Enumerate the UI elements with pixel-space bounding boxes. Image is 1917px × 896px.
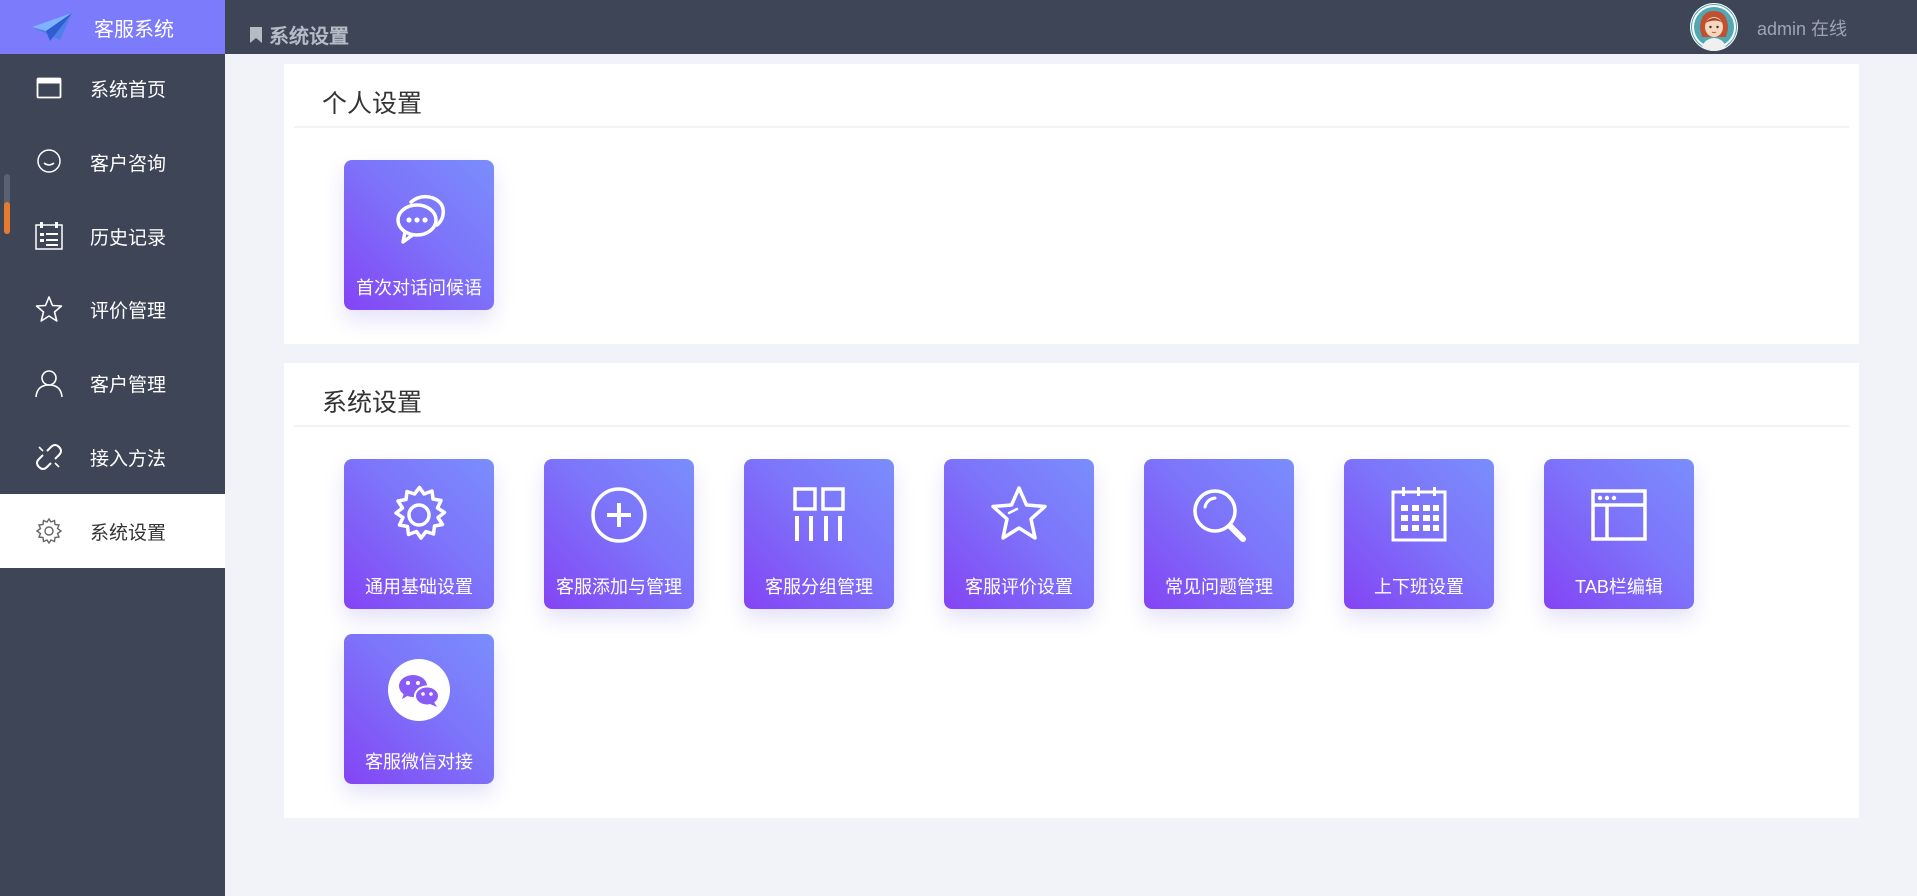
app-title: 客服系统 bbox=[94, 18, 174, 41]
avatar[interactable] bbox=[1690, 3, 1738, 51]
system-settings-card: 系统设置 通用基础设置 客服添加与管理 客服分组管理 客服评价设置 常见问题管理… bbox=[284, 363, 1859, 818]
tile-review-settings[interactable]: 客服评价设置 bbox=[944, 459, 1094, 609]
tile-group-management[interactable]: 客服分组管理 bbox=[744, 459, 894, 609]
window-icon bbox=[34, 73, 64, 103]
chat-bubble-icon bbox=[34, 147, 64, 177]
breadcrumb-label: 系统设置 bbox=[269, 26, 349, 48]
sidebar: 客服系统 系统首页 客户咨询 历史记录 评价管理 客户管理 接入方法 系统设置 bbox=[0, 0, 225, 896]
tile-label: TAB栏编辑 bbox=[1575, 577, 1663, 597]
sidebar-item-label: 客户管理 bbox=[90, 374, 167, 396]
sidebar-item-home[interactable]: 系统首页 bbox=[0, 51, 225, 125]
sidebar-item-label: 历史记录 bbox=[90, 227, 167, 249]
sidebar-item-label: 接入方法 bbox=[90, 448, 167, 470]
link-icon bbox=[34, 442, 64, 472]
wechat-icon bbox=[387, 658, 451, 722]
tile-agent-management[interactable]: 客服添加与管理 bbox=[544, 459, 694, 609]
sidebar-item-consult[interactable]: 客户咨询 bbox=[0, 125, 225, 199]
gear-icon bbox=[34, 516, 64, 546]
tile-label: 客服分组管理 bbox=[765, 577, 873, 597]
sidebar-item-reviews[interactable]: 评价管理 bbox=[0, 272, 225, 346]
chat-bubbles-icon bbox=[387, 184, 451, 248]
sidebar-item-label: 评价管理 bbox=[90, 300, 167, 322]
calendar-list-icon bbox=[34, 221, 64, 251]
browser-window-icon bbox=[1587, 483, 1651, 547]
star-icon bbox=[34, 294, 64, 324]
sidebar-scrollbar[interactable] bbox=[4, 174, 10, 234]
tile-label: 客服微信对接 bbox=[365, 752, 473, 772]
user-icon bbox=[34, 368, 64, 398]
breadcrumb: 系统设置 bbox=[249, 20, 349, 49]
sidebar-item-integration[interactable]: 接入方法 bbox=[0, 420, 225, 494]
sidebar-item-label: 系统设置 bbox=[90, 522, 167, 544]
tile-label: 首次对话问候语 bbox=[356, 278, 482, 298]
sidebar-item-history[interactable]: 历史记录 bbox=[0, 199, 225, 273]
tile-label: 通用基础设置 bbox=[365, 577, 473, 597]
tile-label: 常见问题管理 bbox=[1165, 577, 1273, 597]
bookmark-icon bbox=[249, 26, 263, 44]
top-bar: 系统设置 admin 在线 bbox=[225, 0, 1917, 54]
sidebar-item-customers[interactable]: 客户管理 bbox=[0, 346, 225, 420]
personal-settings-card: 个人设置 首次对话问候语 bbox=[284, 64, 1859, 344]
section-title: 个人设置 bbox=[322, 90, 423, 118]
gear-icon bbox=[387, 483, 451, 547]
star-icon bbox=[987, 483, 1051, 547]
card-header: 个人设置 bbox=[294, 64, 1849, 128]
paper-plane-icon bbox=[30, 10, 74, 44]
tile-wechat-integration[interactable]: 客服微信对接 bbox=[344, 634, 494, 784]
sidebar-item-settings[interactable]: 系统设置 bbox=[0, 494, 225, 568]
tile-label: 客服评价设置 bbox=[965, 577, 1073, 597]
sidebar-item-label: 客户咨询 bbox=[90, 153, 167, 175]
section-title: 系统设置 bbox=[322, 389, 423, 417]
tile-greeting[interactable]: 首次对话问候语 bbox=[344, 160, 494, 310]
search-icon bbox=[1187, 483, 1251, 547]
tile-work-hours[interactable]: 上下班设置 bbox=[1344, 459, 1494, 609]
tile-faq-management[interactable]: 常见问题管理 bbox=[1144, 459, 1294, 609]
card-header: 系统设置 bbox=[294, 363, 1849, 427]
tile-label: 客服添加与管理 bbox=[556, 577, 682, 597]
tile-general-settings[interactable]: 通用基础设置 bbox=[344, 459, 494, 609]
scrollbar-thumb[interactable] bbox=[4, 202, 10, 234]
calendar-icon bbox=[1387, 483, 1451, 547]
tile-label: 上下班设置 bbox=[1374, 577, 1464, 597]
grid-group-icon bbox=[787, 483, 851, 547]
sidebar-item-label: 系统首页 bbox=[90, 79, 167, 101]
user-status: admin 在线 bbox=[1757, 19, 1848, 39]
brand-bar: 客服系统 bbox=[0, 0, 225, 54]
plus-circle-icon bbox=[587, 483, 651, 547]
tile-tab-editor[interactable]: TAB栏编辑 bbox=[1544, 459, 1694, 609]
